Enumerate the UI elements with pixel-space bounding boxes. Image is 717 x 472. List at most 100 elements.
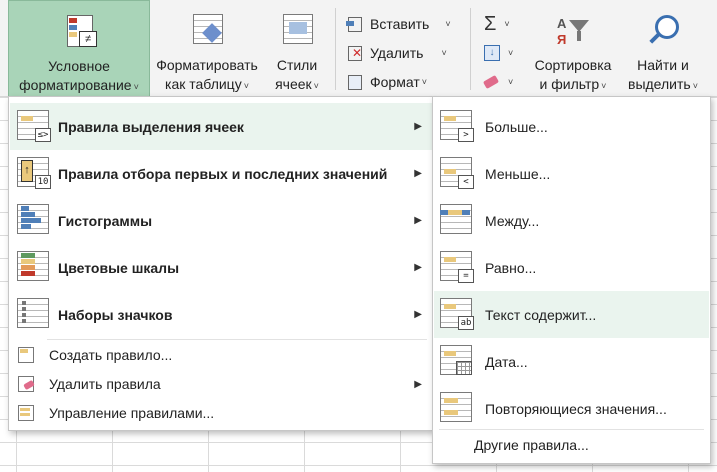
chevron-down-icon: ˅ [445,19,451,29]
find-select-button[interactable]: Найти и выделить ˅ [618,0,708,96]
format-as-table-label-1: Форматировать [156,57,258,73]
find-select-label-2: выделить ˅ [628,75,698,96]
menu-item-label: Управление правилами... [49,405,215,421]
menu-item-top-bottom-rules[interactable]: ↑ 10 Правила отбора первых и последних з… [10,150,432,197]
submenu-item-equal-to[interactable]: = Равно... [434,244,709,291]
submenu-arrow-icon: ▶ [414,309,422,320]
submenu-arrow-icon: ▶ [414,262,422,273]
submenu-item-text-contains[interactable]: ab Текст содержит... [434,291,709,338]
conditional-formatting-label-2: форматирование ˅ [19,76,139,97]
fill-down-icon: ↓ [484,45,500,61]
chevron-down-icon: ˅ [313,81,319,91]
insert-button[interactable]: Вставить ˅ [346,12,451,36]
insert-label: Вставить [370,16,430,32]
chevron-down-icon: ˅ [692,81,698,91]
menu-item-label: Создать правило... [49,347,173,363]
chevron-down-icon: ˅ [243,81,249,91]
equal-to-symbol: = [458,269,474,283]
fill-button[interactable]: ↓ ˅ [484,41,513,65]
submenu-item-more-rules[interactable]: Другие правила... [434,430,709,460]
sort-filter-icon: A Я [555,14,591,50]
submenu-item-label: Равно... [485,259,537,276]
format-label: Формат [370,74,420,90]
submenu-item-label: Между... [485,212,540,229]
chevron-down-icon: ˅ [133,82,139,92]
submenu-item-label: Дата... [485,353,528,370]
submenu-item-label: Больше... [485,118,548,135]
submenu-item-less-than[interactable]: < Меньше... [434,150,709,197]
calendar-icon [440,345,474,379]
clear-button[interactable]: ˅ [482,70,514,94]
sort-filter-label-2: и фильтр ˅ [540,75,607,96]
color-scales-icon [17,251,51,285]
cell-styles-label-2: ячеек ˅ [275,75,319,96]
new-rule-icon [18,347,36,363]
submenu-arrow-icon: ▶ [414,215,422,226]
menu-item-highlight-cells-rules[interactable]: ≤> Правила выделения ячеек ▶ [10,103,432,150]
format-as-table-label-2: как таблицу ˅ [165,75,249,96]
insert-cells-icon [346,15,364,33]
cell-styles-button[interactable]: Стили ячеек ˅ [266,0,328,96]
submenu-item-date[interactable]: Дата... [434,338,709,385]
menu-item-new-rule[interactable]: Создать правило... [10,341,432,369]
format-as-table-text: как таблицу [165,76,242,92]
menu-item-manage-rules[interactable]: Управление правилами... [10,399,432,427]
menu-item-icon-sets[interactable]: Наборы значков ▶ [10,291,432,338]
conditional-formatting-menu: ≤> Правила выделения ячеек ▶ ↑ 10 Правил… [8,96,434,431]
delete-label: Удалить [370,45,424,61]
conditional-formatting-text: форматирование [19,77,132,93]
format-cells-icon [346,73,364,91]
between-icon [440,204,474,238]
menu-item-label: Наборы значков [58,306,173,323]
sort-filter-button[interactable]: A Я Сортировка и фильтр ˅ [528,0,618,96]
conditional-formatting-label-1: Условное [48,58,110,74]
menu-item-label: Правила отбора первых и последних значен… [58,165,388,182]
manage-rules-icon [18,405,36,421]
data-bars-icon [17,204,51,238]
ribbon: ≠ Условное форматирование ˅ Форматировать… [0,0,717,98]
menu-item-label: Цветовые шкалы [58,259,180,276]
ribbon-divider [470,8,471,90]
submenu-item-label: Текст содержит... [485,306,597,323]
less-than-symbol: < [458,175,474,189]
text-contains-symbol: ab [458,316,474,330]
find-select-label-1: Найти и [637,57,689,73]
search-icon [645,14,681,50]
delete-button[interactable]: ✕ Удалить ˅ [346,41,447,65]
menu-divider [47,339,427,340]
menu-item-label: Удалить правила [49,376,161,392]
highlight-cells-submenu: > Больше... < Меньше... Между... = Равно… [432,96,711,464]
menu-item-clear-rules[interactable]: Удалить правила ▶ [10,370,432,398]
greater-than-icon: > [440,110,474,144]
menu-item-label: Гистограммы [58,212,153,229]
clear-rules-icon [18,376,36,392]
submenu-item-label: Другие правила... [474,437,589,453]
submenu-arrow-icon: ▶ [414,168,422,179]
submenu-item-between[interactable]: Между... [434,197,709,244]
text-contains-icon: ab [440,298,474,332]
cell-styles-icon [279,14,315,50]
highlight-cells-rules-icon: ≤> [17,110,51,144]
autosum-button[interactable]: Σ ˅ [484,12,510,36]
chevron-down-icon: ˅ [421,77,427,87]
chevron-down-icon: ˅ [508,77,514,87]
chevron-down-icon: ˅ [441,48,447,58]
conditional-formatting-button[interactable]: ≠ Условное форматирование ˅ [8,0,150,98]
chevron-down-icon: ˅ [504,19,510,29]
chevron-down-icon: ˅ [508,48,514,58]
cell-styles-label-1: Стили [276,57,318,73]
menu-item-label: Правила выделения ячеек [58,118,244,135]
sum-icon: Σ [484,12,497,35]
sort-filter-label-1: Сортировка [534,57,612,73]
less-than-icon: < [440,157,474,191]
format-button[interactable]: Формат ˅ [346,70,427,94]
menu-item-data-bars[interactable]: Гистограммы ▶ [10,197,432,244]
format-as-table-button[interactable]: Форматировать как таблицу ˅ [150,0,264,96]
submenu-arrow-icon: ▶ [414,121,422,132]
duplicate-values-icon [440,392,474,426]
submenu-item-greater-than[interactable]: > Больше... [434,103,709,150]
sort-filter-text: и фильтр [539,76,600,92]
format-as-table-icon [189,14,225,50]
submenu-item-duplicate-values[interactable]: Повторяющиеся значения... [434,385,709,432]
menu-item-color-scales[interactable]: Цветовые шкалы ▶ [10,244,432,291]
